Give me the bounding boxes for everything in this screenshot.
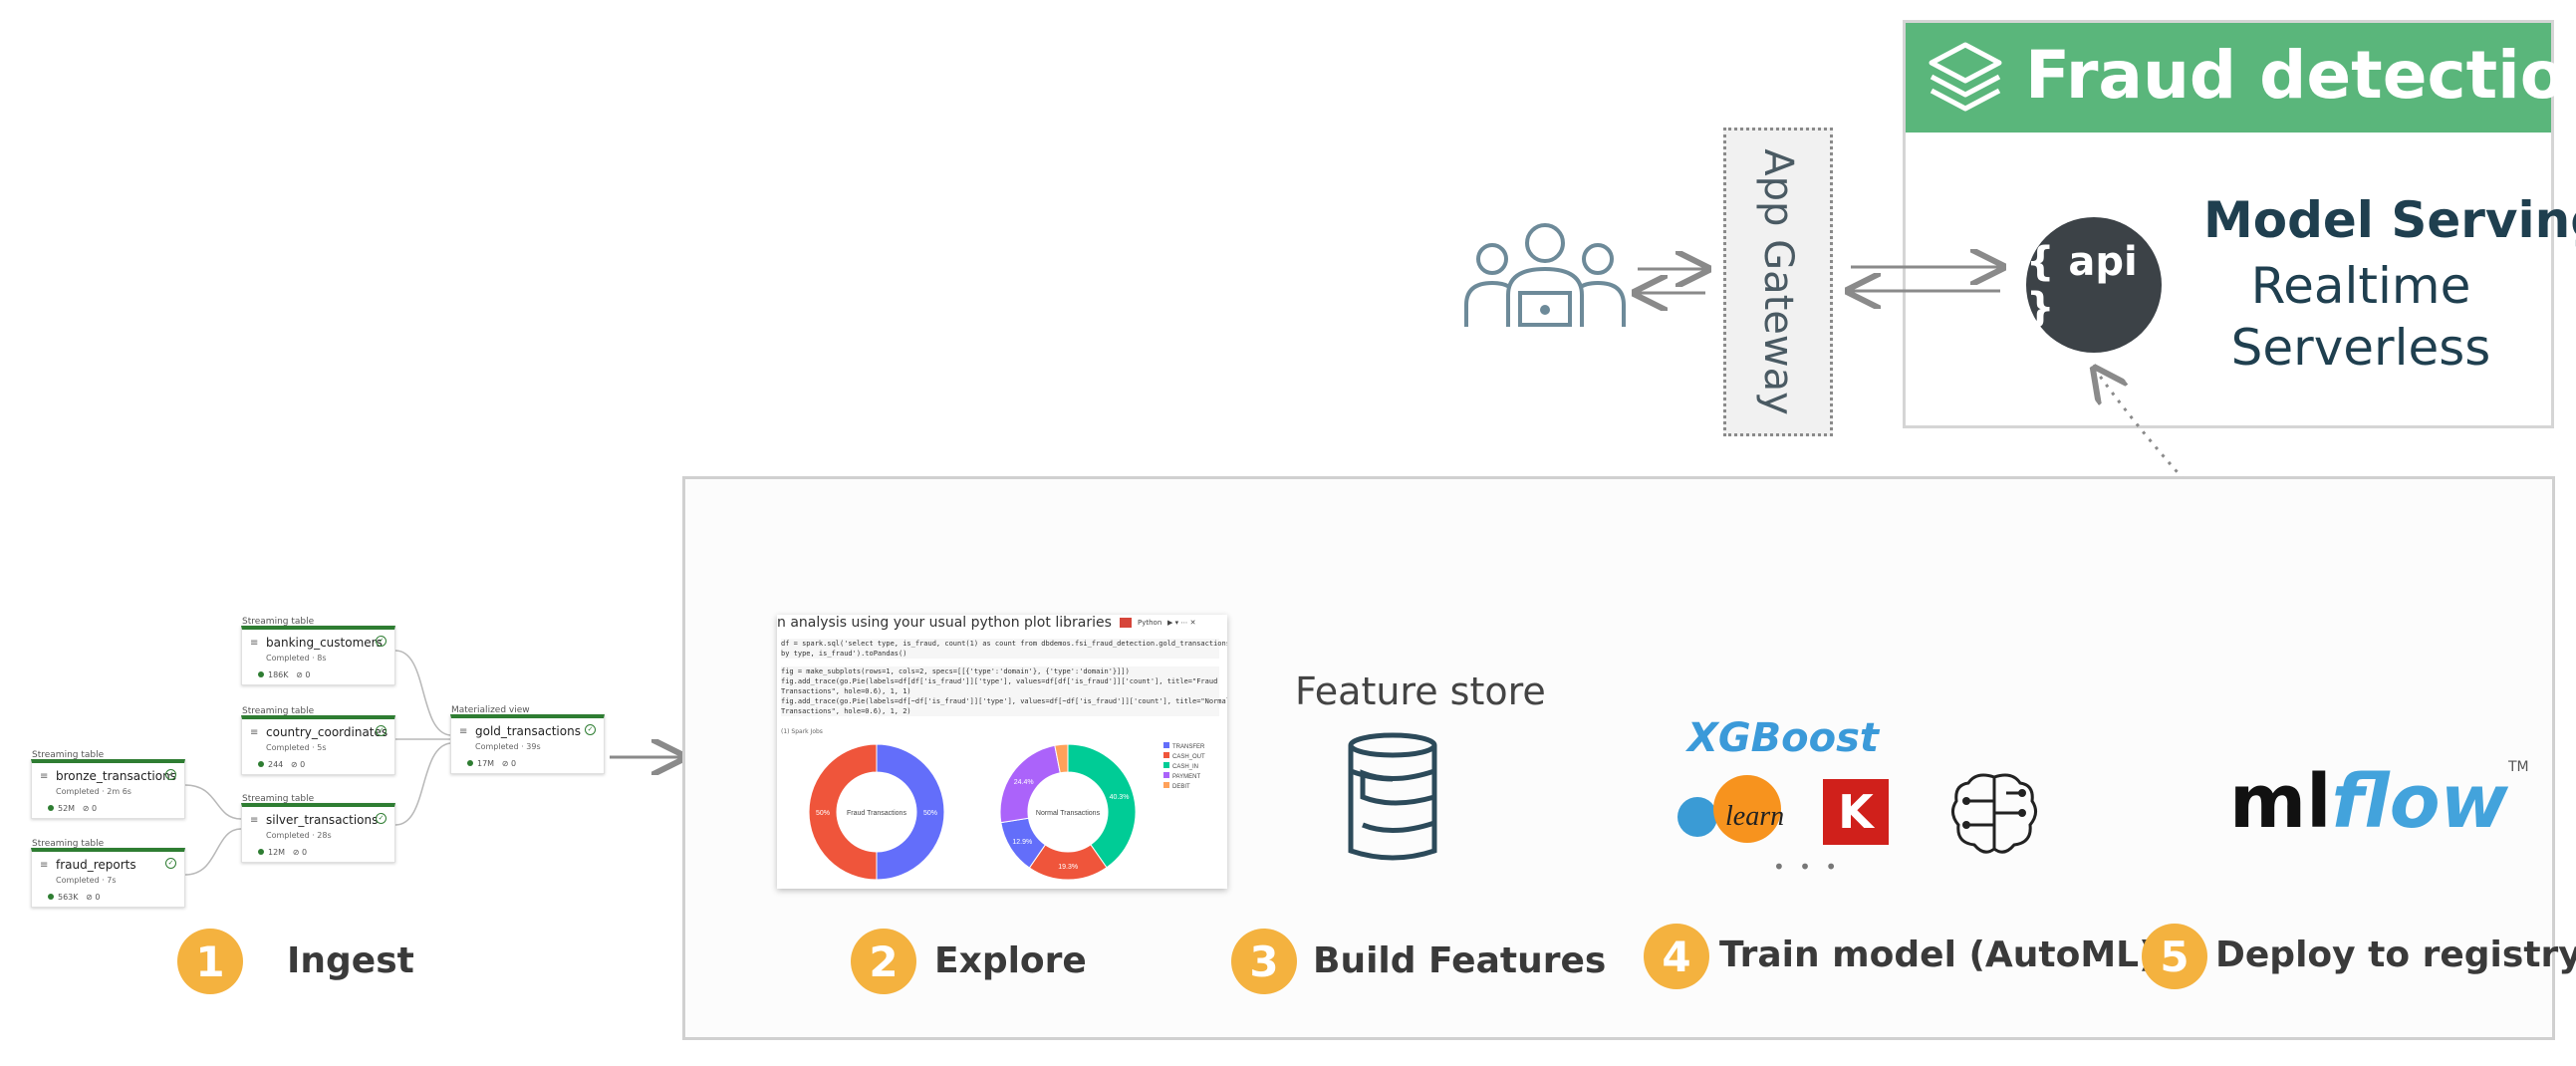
step-label-build-features: Build Features [1313, 940, 1607, 981]
pie-title: Normal Transactions [1036, 810, 1101, 817]
step-badge-3: 3 [1231, 929, 1297, 994]
legend-entry: CASH_OUT [1163, 752, 1205, 762]
svg-text:learn: learn [1725, 801, 1784, 832]
dag-node-banking-customers[interactable]: ≡ banking_customers ✓ Completed · 8s 186… [241, 626, 395, 685]
dag-node-rows: 17M ⊘ 0 [467, 759, 516, 768]
table-icon: ≡ [40, 771, 49, 782]
pie-data-label: 50% [816, 810, 830, 817]
run-icon [1120, 618, 1132, 628]
table-icon: ≡ [250, 727, 259, 738]
dag-node-status: Completed · 28s [266, 831, 332, 840]
check-icon: ✓ [376, 725, 386, 736]
pie-data-label: 24.4% [1014, 779, 1034, 786]
xgboost-logo: XGBoost [1687, 715, 1880, 761]
dag-node-silver-transactions[interactable]: ≡ silver_transactions ✓ Completed · 28s … [241, 803, 395, 863]
dag-node-status: Completed · 5s [266, 743, 327, 752]
notebook-cell: n analysis using your usual python plot … [777, 615, 1227, 889]
dag-node-name: banking_customers [266, 636, 383, 650]
check-icon: ✓ [376, 813, 386, 824]
dag-node-rows: 12M ⊘ 0 [258, 848, 307, 857]
step-badge-1: 1 [177, 929, 243, 994]
dag-node-status: Completed · 2m 6s [56, 787, 131, 796]
dag-node-name: gold_transactions [475, 724, 581, 738]
legend-entry: DEBIT [1163, 782, 1205, 792]
step-label-explore: Explore [934, 940, 1087, 981]
pie-data-label: 19.3% [1058, 864, 1078, 871]
table-icon: ≡ [459, 726, 468, 737]
legend-entry: PAYMENT [1163, 772, 1205, 782]
dag-node-fraud-reports[interactable]: ≡ fraud_reports ✓ Completed · 7s 563K ⊘ … [31, 848, 185, 908]
step-badge-4: 4 [1644, 924, 1709, 989]
step-label-deploy: Deploy to registry [2215, 934, 2576, 975]
check-icon: ✓ [585, 724, 596, 735]
pie-charts: 50% 50% Fraud Transactions 40.3% 19.3% 12.9% 2… [808, 743, 1137, 881]
step-badge-5: 5 [2142, 924, 2207, 989]
pie-title: Fraud Transactions [847, 810, 906, 817]
pie-data-label: 12.9% [1012, 839, 1032, 846]
step-label-train-model: Train model (AutoML) [1719, 934, 2156, 975]
dag-node-rows: 52M ⊘ 0 [48, 804, 97, 813]
code-block-1: df = spark.sql('select type, is_fraud, c… [781, 639, 1227, 659]
table-icon: ≡ [250, 815, 259, 826]
dag-node-name: silver_transactions [266, 813, 379, 827]
check-icon: ✓ [165, 858, 176, 869]
dag-node-name: country_coordinates [266, 725, 388, 739]
pie-slice-cash_in [1067, 743, 1137, 869]
dag-node-rows: 244 ⊘ 0 [258, 760, 305, 769]
dag-node-name: bronze_transactions [56, 769, 176, 783]
dag-node-name: fraud_reports [56, 858, 136, 872]
table-icon: ≡ [250, 638, 259, 649]
legend-entry: CASH_IN [1163, 762, 1205, 772]
feature-store-label: Feature store [1295, 669, 1546, 713]
dag-node-country-coordinates[interactable]: ≡ country_coordinates ✓ Completed · 5s 2… [241, 715, 395, 775]
step-label-ingest: Ingest [287, 940, 414, 981]
dag-node-status: Completed · 39s [475, 742, 541, 751]
database-icon [1348, 732, 1437, 861]
more-frameworks-dots: • • • [1773, 855, 1842, 879]
pie-data-label: 50% [923, 810, 937, 817]
brain-circuit-icon [1951, 773, 2037, 854]
mlflow-logo: mlflowTM [2229, 759, 2529, 845]
dag-node-rows: 186K ⊘ 0 [258, 670, 310, 679]
dag-node-status: Completed · 7s [56, 876, 117, 885]
code-block-2: fig = make_subplots(rows=1, cols=2, spec… [781, 666, 1227, 716]
pie-legend: TRANSFER CASH_OUT CASH_IN PAYMENT DEBIT [1163, 742, 1205, 792]
scikit-learn-logo: learn [1677, 775, 1784, 843]
notebook-language: Python [1138, 619, 1162, 627]
check-icon: ✓ [376, 636, 386, 647]
check-icon: ✓ [165, 769, 176, 780]
dag-node-bronze-transactions[interactable]: ≡ bronze_transactions ✓ Completed · 2m 6… [31, 759, 185, 819]
keras-logo: K [1823, 779, 1889, 845]
notebook-title: n analysis using your usual python plot … [777, 615, 1112, 631]
pie-data-label: 40.3% [1110, 794, 1130, 801]
legend-entry: TRANSFER [1163, 742, 1205, 752]
dag-node-rows: 563K ⊘ 0 [48, 893, 100, 902]
table-icon: ≡ [40, 860, 49, 871]
notebook-toolbar-icons: ▶ ▾ ⋯ ✕ [1167, 619, 1196, 627]
dag-node-gold-transactions[interactable]: ≡ gold_transactions ✓ Completed · 39s 17… [450, 714, 605, 774]
step-badge-2: 2 [851, 929, 916, 994]
dag-node-status: Completed · 8s [266, 654, 327, 663]
